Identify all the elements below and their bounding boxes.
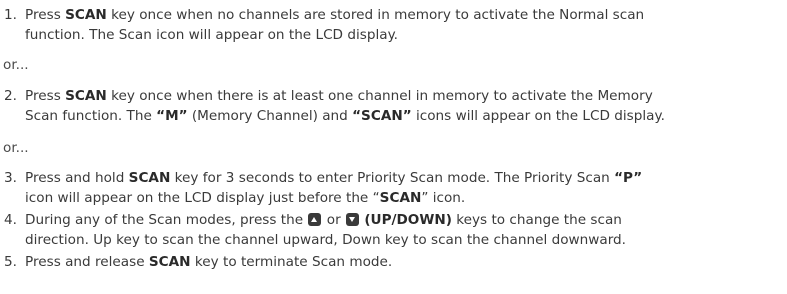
- step-number: 5.: [4, 254, 17, 270]
- step-text-line: During any of the Scan modes, press the …: [25, 212, 622, 228]
- step-text-line: Press SCAN key once when there is at lea…: [25, 88, 653, 104]
- step-text-line: Scan function. The “M” (Memory Channel) …: [25, 108, 665, 124]
- step-text-line: Press SCAN key once when no channels are…: [25, 7, 645, 23]
- step-text-line: direction. Up key to scan the channel up…: [25, 232, 626, 248]
- scan-key-label: SCAN: [128, 170, 171, 186]
- or-separator: or...: [3, 140, 29, 156]
- memory-icon-label: “M”: [156, 108, 188, 124]
- step-text-line: Press and hold SCAN key for 3 seconds to…: [25, 170, 643, 186]
- priority-icon-label: “P”: [614, 170, 643, 186]
- scan-icon-label: SCAN: [379, 190, 422, 206]
- instruction-list: 1. Press SCAN key once when no channels …: [0, 0, 787, 294]
- scan-key-label: SCAN: [148, 254, 191, 270]
- step-text-line: function. The Scan icon will appear on t…: [25, 27, 398, 43]
- step-number: 1.: [4, 7, 17, 23]
- scan-key-label: SCAN: [65, 7, 107, 23]
- step-text-line: Press and release SCAN key to terminate …: [25, 254, 393, 270]
- up-arrow-key-icon: [308, 213, 322, 226]
- scan-key-label: SCAN: [65, 88, 107, 104]
- step-number: 2.: [4, 88, 17, 104]
- or-separator: or...: [3, 57, 29, 73]
- step-number: 3.: [4, 170, 17, 186]
- up-down-keys-label: (UP/DOWN): [364, 212, 452, 228]
- step-text-line: icon will appear on the LCD display just…: [25, 190, 466, 206]
- down-arrow-key-icon: [346, 213, 359, 226]
- scan-icon-label: “SCAN”: [352, 108, 412, 124]
- step-number: 4.: [4, 212, 17, 228]
